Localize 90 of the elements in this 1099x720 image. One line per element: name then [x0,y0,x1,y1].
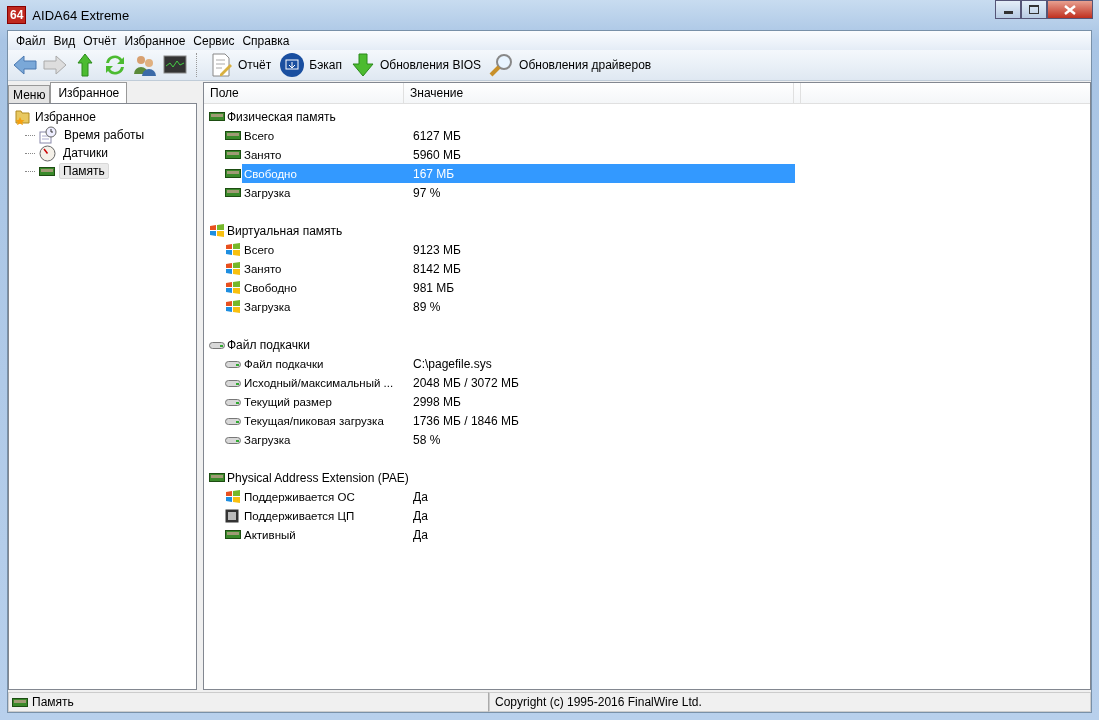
field-value: 981 МБ [413,280,455,295]
field-value: 167 МБ [413,166,455,181]
windows-flag-icon [225,261,241,276]
memory-module-icon [225,530,241,539]
window-title: AIDA64 Extreme [32,7,130,23]
field-name: Всего [243,243,276,256]
close-icon [1064,4,1076,15]
windows-flag-icon [225,242,241,257]
copyright-text: Copyright (c) 1995-2016 FinalWire Ltd. [495,695,702,709]
windows-flag-icon [225,489,241,504]
memory-module-icon [209,112,225,121]
field-name: Текущая/пиковая загрузка [243,414,385,427]
menu-item[interactable]: Файл [12,33,50,48]
field-value: 6127 МБ [413,128,461,143]
field-name: Загрузка [243,186,292,199]
group-title: Виртуальная память [227,223,343,238]
chip-icon [225,508,239,523]
field-name: Свободно [243,281,298,294]
drive-icon [225,359,241,368]
clock-calendar-icon [39,126,57,144]
group-title: Файл подкачки [227,337,310,352]
back-arrow-icon[interactable] [12,52,38,78]
drive-icon [225,435,241,444]
field-value: 1736 МБ / 1846 МБ [413,413,519,428]
minimize-button[interactable] [995,0,1021,19]
menu-item[interactable]: Вид [49,33,80,48]
windows-flag-icon [225,280,241,295]
windows-flag-icon [225,299,241,314]
toolbar-button[interactable]: Обновления BIOS [347,52,484,78]
menu-item[interactable]: Сервис [189,33,239,48]
field-name: Занято [243,262,283,275]
drive-icon [225,378,241,387]
group-title: Physical Address Extension (PAE) [227,470,409,485]
field-value: 8142 МБ [413,261,461,276]
menu-item[interactable]: Справка [238,33,294,48]
star-folder-icon [15,109,31,125]
menu-item[interactable]: Отчёт [79,33,121,48]
tree-item[interactable]: Датчики [60,146,111,160]
toolbar-button[interactable]: Бэкап [277,52,344,78]
drive-icon [209,340,225,349]
field-value: 97 % [413,185,441,200]
field-value: 58 % [413,432,441,447]
field-name: Загрузка [243,433,292,446]
drive-icon [225,397,241,406]
field-value: 2998 МБ [413,394,461,409]
memory-module-icon [225,131,241,140]
field-value: Да [413,489,428,504]
field-name: Файл подкачки [243,357,325,370]
field-name: Поддерживается ЦП [243,509,356,522]
column-header[interactable]: Поле [204,83,404,103]
column-header[interactable]: Значение [404,83,794,103]
field-name: Поддерживается ОС [243,490,356,503]
field-name: Активный [243,528,297,541]
tab[interactable]: Меню [8,85,51,103]
backup-disc-icon[interactable] [279,52,306,78]
field-name: Текущий размер [243,395,333,408]
tree-item[interactable]: Время работы [61,128,148,142]
gauge-icon [39,144,56,162]
field-name: Загрузка [243,300,292,313]
windows-flag-icon [209,223,225,238]
maximize-button[interactable] [1021,0,1047,19]
drive-icon [225,416,241,425]
field-value: 9123 МБ [413,242,461,257]
memory-module-icon [225,150,241,159]
close-button[interactable] [1047,0,1093,19]
memory-module-icon [225,169,241,178]
memory-module-icon [39,166,55,176]
tree-item[interactable]: Память [59,163,109,179]
memory-module-icon [225,188,241,197]
memory-module-icon [209,473,225,482]
tree-item[interactable]: Избранное [35,110,96,124]
field-value: Да [413,508,428,523]
group-title: Физическая память [227,109,336,124]
tab[interactable]: Избранное [50,82,128,103]
app-logo: 64 [7,6,27,24]
field-value: Да [413,527,428,542]
field-value: 89 % [413,299,441,314]
field-name: Занято [243,148,283,161]
memory-module-icon [12,697,28,707]
field-name: Исходный/максимальный ... [243,376,395,389]
status-text: Память [32,695,74,709]
field-name: Свободно [243,167,298,180]
field-name: Всего [243,129,276,142]
download-arrow-icon[interactable] [349,52,376,78]
toolbar-button[interactable]: Отчёт [206,52,274,78]
toolbar-button[interactable]: Обновления драйверов [487,52,654,78]
field-value: 2048 МБ / 3072 МБ [413,375,519,390]
field-value: 5960 МБ [413,147,461,162]
field-value: C:\pagefile.sys [413,356,492,371]
menu-item[interactable]: Избранное [120,33,190,48]
